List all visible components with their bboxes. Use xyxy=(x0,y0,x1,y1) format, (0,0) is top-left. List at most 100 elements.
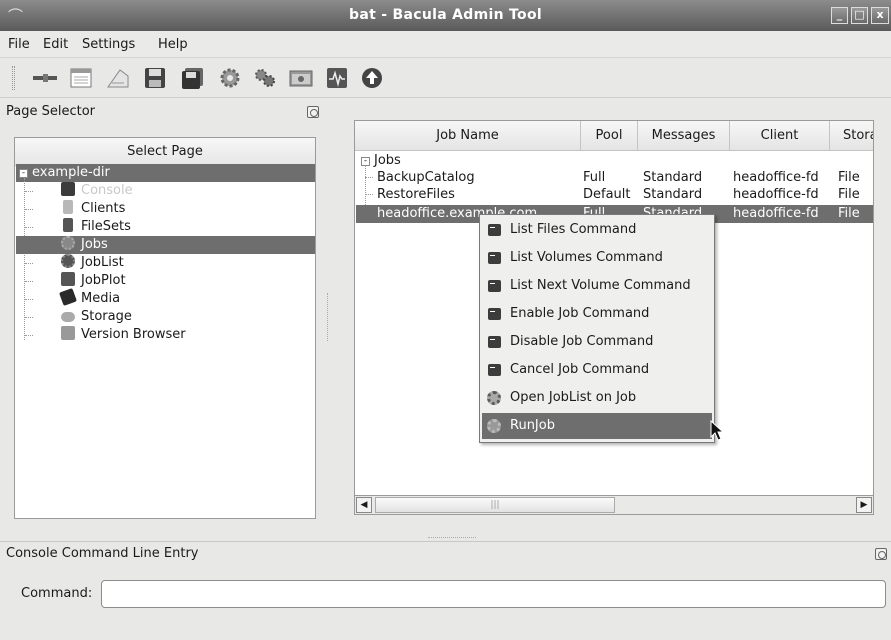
console-icon xyxy=(61,182,75,196)
menu-file[interactable]: File xyxy=(8,37,30,52)
sidebar-item-storage[interactable]: Storage xyxy=(61,308,132,326)
console-icon xyxy=(488,224,501,236)
console-title: Console Command Line Entry xyxy=(6,546,199,561)
sidebar-item-version-browser[interactable]: Version Browser xyxy=(61,326,186,344)
scroll-right-button[interactable]: ▶ xyxy=(856,497,872,513)
tree-connector xyxy=(25,317,33,318)
column-header-storage[interactable]: Stora xyxy=(830,121,873,151)
client-cell: headoffice-fd xyxy=(733,170,819,185)
collapse-icon[interactable]: - xyxy=(19,169,28,178)
save-icon[interactable] xyxy=(141,64,169,92)
pool-cell: Default xyxy=(583,187,631,202)
tree-connector xyxy=(25,263,33,264)
maximize-button[interactable]: □ xyxy=(851,7,868,24)
tree-guide xyxy=(24,178,25,340)
tree-connector xyxy=(25,227,33,228)
sidebar-item-filesets[interactable]: FileSets xyxy=(61,218,131,236)
gear-icon xyxy=(487,419,501,433)
command-label: Command: xyxy=(21,586,93,601)
storage-cell: File xyxy=(838,170,860,185)
tree-connector xyxy=(25,191,33,192)
float-panel-icon[interactable] xyxy=(875,548,887,560)
tree-connector xyxy=(25,335,33,336)
scroll-left-button[interactable]: ◀ xyxy=(356,497,372,513)
console-icon[interactable] xyxy=(67,64,95,92)
job-name-cell[interactable]: BackupCatalog xyxy=(377,169,475,186)
save-all-icon[interactable] xyxy=(179,64,207,92)
window-title: bat - Bacula Admin Tool xyxy=(349,7,542,23)
browse-icon[interactable] xyxy=(287,64,315,92)
browse-icon xyxy=(61,326,75,340)
storage-icon xyxy=(61,312,75,322)
storage-cell: File xyxy=(838,187,860,202)
menu-settings[interactable]: Settings xyxy=(82,37,135,52)
fileset-icon xyxy=(63,218,73,232)
gear-icon xyxy=(61,254,75,268)
sidebar-item-media[interactable]: Media xyxy=(59,288,120,308)
up-icon[interactable] xyxy=(358,64,386,92)
page-selector-title: Page Selector xyxy=(6,104,96,119)
console-icon xyxy=(488,364,501,376)
storage-cell: File xyxy=(838,206,860,221)
gear-icon xyxy=(61,236,75,250)
tree-connector xyxy=(25,281,33,282)
tree-connector xyxy=(365,177,373,178)
toolbar-grip[interactable] xyxy=(12,66,15,90)
menu-item-open-joblist[interactable]: Open JobList on Job xyxy=(482,385,712,411)
console-icon xyxy=(488,252,501,264)
sidebar-item-joblist[interactable]: JobList xyxy=(61,254,124,272)
console-icon xyxy=(488,280,501,292)
page-selector-tree[interactable]: Select Page - example-dir Console Clients… xyxy=(14,137,316,519)
sidebar-item-console[interactable]: Console xyxy=(61,182,133,200)
menu-item-enable-job[interactable]: Enable Job Command xyxy=(482,301,712,327)
console-icon xyxy=(488,308,501,320)
scrollbar-thumb[interactable]: ||| xyxy=(375,497,615,513)
job-name-cell[interactable]: RestoreFiles xyxy=(377,186,455,203)
menu-item-cancel-job[interactable]: Cancel Job Command xyxy=(482,357,712,383)
menu-item-runjob[interactable]: RunJob xyxy=(482,413,712,439)
tree-connector xyxy=(25,209,33,210)
jobs-group-row[interactable]: - Jobs xyxy=(361,152,401,169)
label-icon[interactable] xyxy=(104,64,132,92)
connect-icon[interactable] xyxy=(31,64,59,92)
status-icon[interactable] xyxy=(251,64,279,92)
jobplot-icon xyxy=(61,272,75,286)
toolbar xyxy=(0,58,891,98)
console-dock: Console Command Line Entry xyxy=(0,541,891,565)
vertical-splitter[interactable] xyxy=(327,293,329,341)
messages-cell: Standard xyxy=(643,170,703,185)
tree-root[interactable]: - example-dir xyxy=(19,164,110,182)
column-header-pool[interactable]: Pool xyxy=(581,121,638,151)
client-cell: headoffice-fd xyxy=(733,206,819,221)
client-cell: headoffice-fd xyxy=(733,187,819,202)
column-header-job-name[interactable]: Job Name xyxy=(355,121,581,151)
menu-edit[interactable]: Edit xyxy=(43,37,68,52)
select-page-header[interactable]: Select Page xyxy=(15,138,315,166)
sidebar-item-jobs[interactable]: Jobs xyxy=(61,236,108,254)
menu-item-list-files[interactable]: List Files Command xyxy=(482,217,712,243)
gear-icon[interactable] xyxy=(216,64,244,92)
title-bar: ⌒ bat - Bacula Admin Tool _ □ x xyxy=(0,0,891,31)
menu-item-list-next-volume[interactable]: List Next Volume Command xyxy=(482,273,712,299)
menu-item-list-volumes[interactable]: List Volumes Command xyxy=(482,245,712,271)
horizontal-scrollbar[interactable]: ◀ ||| ▶ xyxy=(354,495,874,515)
jobplot-icon[interactable] xyxy=(323,64,351,92)
messages-cell: Standard xyxy=(643,187,703,202)
horizontal-splitter[interactable] xyxy=(428,537,476,539)
command-input[interactable] xyxy=(101,580,886,608)
menu-bar: File Edit Settings Help xyxy=(0,31,891,58)
sidebar-item-clients[interactable]: Clients xyxy=(61,200,125,218)
column-header-client[interactable]: Client xyxy=(730,121,830,151)
console-icon xyxy=(488,336,501,348)
menu-item-disable-job[interactable]: Disable Job Command xyxy=(482,329,712,355)
tree-connector xyxy=(25,299,33,300)
close-button[interactable]: x xyxy=(871,7,889,24)
menu-help[interactable]: Help xyxy=(158,37,188,52)
pool-cell: Full xyxy=(583,170,606,185)
client-icon xyxy=(63,200,73,214)
tree-root-label: example-dir xyxy=(32,165,110,180)
media-icon xyxy=(59,288,77,306)
minimize-button[interactable]: _ xyxy=(831,7,848,24)
column-header-messages[interactable]: Messages xyxy=(638,121,730,151)
float-panel-icon[interactable] xyxy=(307,106,319,118)
